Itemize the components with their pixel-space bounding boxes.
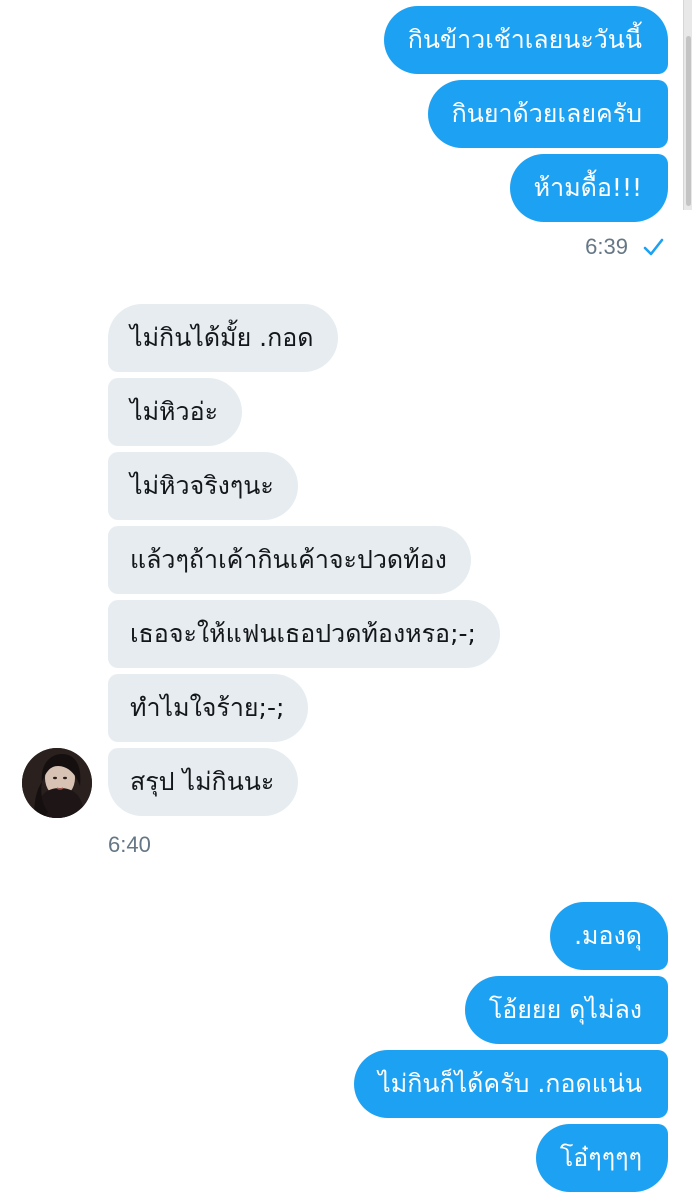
incoming-message[interactable]: ไม่หิวอ่ะ [108,378,243,446]
scrollbar[interactable] [683,0,692,210]
message-meta: 6:39 [585,234,664,260]
message-meta: 6:40 [108,832,151,858]
incoming-message[interactable]: ไม่หิวจริงๆนะ [108,452,298,520]
outgoing-message[interactable]: กินยาด้วยเลยครับ [427,80,668,148]
outgoing-message[interactable]: กินข้าวเช้าเลยนะวันนี้ [383,6,668,74]
scrollbar-thumb[interactable] [686,36,691,206]
outgoing-message[interactable]: ไม่กินก็ได้ครับ .กอดแน่น [354,1050,668,1118]
message-text: ไม่หิวอ่ะ [130,397,219,426]
incoming-message[interactable]: ทำไมใจร้าย;-; [108,674,309,742]
message-text: ไม่หิวจริงๆนะ [130,471,274,500]
incoming-message[interactable]: สรุป ไม่กินนะ [108,748,299,816]
message-text: กินข้าวเช้าเลยนะวันนี้ [407,25,642,54]
message-text: แล้วๆถ้าเค้ากินเค้าจะปวดท้อง [130,545,447,574]
message-text: ไม่กินได้มั้ย .กอด [130,323,314,352]
message-text: ห้ามดื้อ!!! [533,173,642,202]
message-text: ทำไมใจร้าย;-; [130,693,285,722]
message-text: .มองดุ [574,921,642,950]
outgoing-message[interactable]: .มองดุ [550,902,668,970]
avatar[interactable] [22,748,92,818]
avatar-image [22,748,92,818]
message-text: โอ้ยยย ดุไม่ลง [488,995,642,1024]
timestamp: 6:40 [108,832,151,857]
outgoing-message[interactable]: โอ้ยยย ดุไม่ลง [464,976,668,1044]
message-text: กินยาด้วยเลยครับ [451,99,642,128]
check-icon [642,236,664,258]
message-thread[interactable]: กินข้าวเช้าเลยนะวันนี้ กินยาด้วยเลยครับ … [0,0,692,1200]
message-text: สรุป ไม่กินนะ [130,767,275,796]
timestamp: 6:39 [585,234,628,259]
incoming-message[interactable]: เธอจะให้แฟนเธอปวดท้องหรอ;-; [108,600,500,668]
message-text: ไม่กินก็ได้ครับ .กอดแน่น [378,1069,642,1098]
outgoing-message[interactable]: โอ๋ๆๆๆๆ [535,1124,668,1192]
incoming-message[interactable]: ไม่กินได้มั้ย .กอด [108,304,338,372]
incoming-message[interactable]: แล้วๆถ้าเค้ากินเค้าจะปวดท้อง [108,526,471,594]
outgoing-message[interactable]: ห้ามดื้อ!!! [509,154,668,222]
message-text: โอ๋ๆๆๆๆ [559,1143,642,1172]
message-text: เธอจะให้แฟนเธอปวดท้องหรอ;-; [130,619,476,648]
